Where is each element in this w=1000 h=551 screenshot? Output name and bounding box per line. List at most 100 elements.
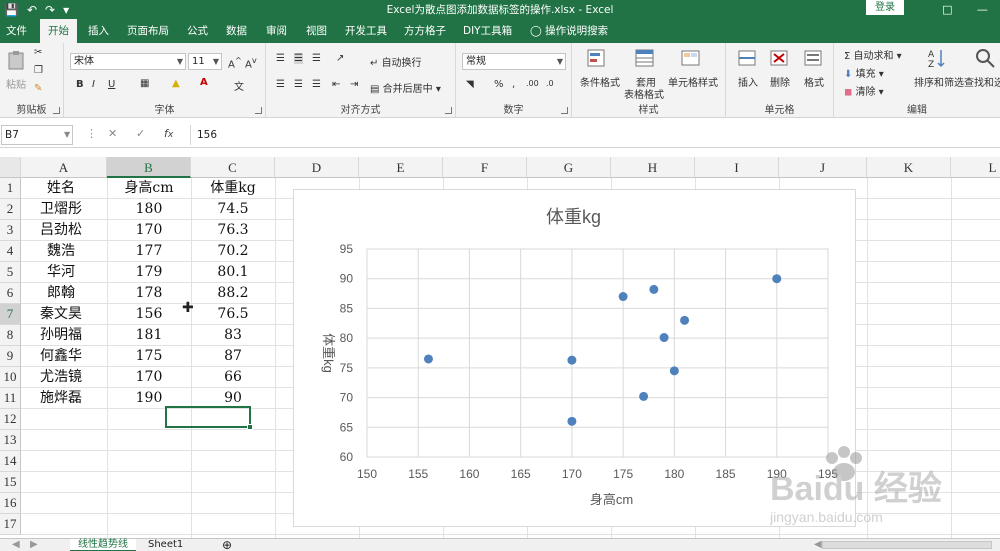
table-cell[interactable]: 74.5	[191, 199, 275, 220]
select-all-corner[interactable]	[0, 157, 21, 178]
row-header[interactable]: 5	[0, 262, 21, 283]
italic-button[interactable]: I	[92, 79, 95, 90]
col-header-d[interactable]: D	[275, 157, 359, 178]
table-cell[interactable]: 何鑫华	[21, 346, 101, 367]
delete-cells-icon[interactable]	[768, 47, 790, 69]
col-header-a[interactable]: A	[21, 157, 107, 178]
fill-button[interactable]: ⬇ 填充 ▾	[844, 65, 884, 80]
login-button[interactable]: 登录	[866, 0, 904, 15]
decrease-decimal-icon[interactable]: .0	[546, 79, 554, 88]
row-header[interactable]: 10	[0, 367, 21, 388]
sort-filter-label[interactable]: 排序和筛选	[914, 74, 964, 89]
row-header[interactable]: 13	[0, 430, 21, 451]
table-cell[interactable]: 178	[107, 283, 191, 304]
enter-icon[interactable]: ✓	[136, 127, 145, 140]
tab-data[interactable]: 数据	[226, 19, 247, 43]
comma-button[interactable]: ,	[512, 79, 515, 90]
table-cell[interactable]: 郎翰	[21, 283, 101, 304]
table-cell[interactable]: 华河	[21, 262, 101, 283]
number-launcher[interactable]	[561, 107, 568, 114]
bold-button[interactable]: B	[76, 79, 84, 90]
conditional-format-label[interactable]: 条件格式	[580, 74, 620, 89]
ribbon-options-icon[interactable]: □	[942, 3, 952, 16]
header-cell[interactable]: 身高cm	[107, 178, 191, 199]
cell-styles-label[interactable]: 单元格样式	[668, 74, 718, 89]
col-header-h[interactable]: H	[611, 157, 695, 178]
format-painter-icon[interactable]: ✎	[34, 83, 42, 94]
tab-view[interactable]: 视图	[306, 19, 327, 43]
number-format-select[interactable]: 常规 ▼	[462, 53, 566, 70]
find-select-icon[interactable]	[974, 47, 996, 69]
row-header[interactable]: 12	[0, 409, 21, 430]
align-center-icon[interactable]: ☰	[294, 79, 303, 90]
grow-font-icon[interactable]: A^	[228, 55, 242, 70]
tab-developer[interactable]: 开发工具	[345, 19, 387, 43]
paste-icon[interactable]	[6, 49, 28, 71]
row-header[interactable]: 14	[0, 451, 21, 472]
table-cell[interactable]: 66	[191, 367, 275, 388]
format-as-table-label-2[interactable]: 表格格式	[624, 86, 664, 101]
fill-color-icon[interactable]: ▲	[172, 78, 180, 89]
add-sheet-icon[interactable]: ⊕	[214, 539, 240, 551]
row-header[interactable]: 2	[0, 199, 21, 220]
tab-file[interactable]: 文件	[6, 19, 27, 43]
cell-styles-icon[interactable]	[680, 47, 702, 69]
table-cell[interactable]: 180	[107, 199, 191, 220]
align-top-icon[interactable]: ☰	[276, 53, 285, 64]
format-cells-icon[interactable]	[802, 47, 824, 69]
insert-label[interactable]: 插入	[738, 74, 758, 89]
name-box-dropdown-icon[interactable]: ▼	[64, 130, 70, 139]
name-box[interactable]: B7	[1, 125, 73, 145]
table-cell[interactable]: 魏浩	[21, 241, 101, 262]
align-bottom-icon[interactable]: ☰	[312, 53, 321, 64]
align-middle-icon[interactable]: ☰	[294, 53, 303, 64]
col-header-f[interactable]: F	[443, 157, 527, 178]
table-cell[interactable]: 170	[107, 367, 191, 388]
formula-input[interactable]: 156	[190, 125, 998, 145]
sheet-tab-sheet1[interactable]: Sheet1	[140, 539, 191, 551]
align-right-icon[interactable]: ☰	[312, 79, 321, 90]
col-header-l[interactable]: L	[951, 157, 1000, 178]
formula-options-icon[interactable]: ⋮	[86, 127, 97, 140]
underline-button[interactable]: U	[108, 79, 115, 90]
horizontal-scrollbar[interactable]	[822, 541, 992, 549]
selected-cell[interactable]	[165, 406, 253, 430]
table-cell[interactable]: 70.2	[191, 241, 275, 262]
table-cell[interactable]: 83	[191, 325, 275, 346]
table-cell[interactable]: 181	[107, 325, 191, 346]
tab-review[interactable]: 审阅	[266, 19, 287, 43]
alignment-launcher[interactable]	[445, 107, 452, 114]
orientation-icon[interactable]: ↗	[336, 53, 344, 64]
table-cell[interactable]: 卫熠彤	[21, 199, 101, 220]
align-left-icon[interactable]: ☰	[276, 79, 285, 90]
paste-label[interactable]: 粘贴	[6, 76, 26, 91]
format-label[interactable]: 格式	[804, 74, 824, 89]
cancel-icon[interactable]: ✕	[108, 127, 117, 140]
fill-handle[interactable]	[247, 424, 253, 430]
table-cell[interactable]: 175	[107, 346, 191, 367]
row-header[interactable]: 6	[0, 283, 21, 304]
col-header-b[interactable]: B	[107, 157, 191, 178]
table-cell[interactable]: 施烨磊	[21, 388, 101, 409]
find-select-label[interactable]: 查找和选	[964, 74, 1000, 89]
header-cell[interactable]: 姓名	[21, 178, 101, 199]
conditional-format-icon[interactable]	[586, 47, 608, 69]
row-header[interactable]: 8	[0, 325, 21, 346]
font-size-select[interactable]: 11 ▼	[188, 53, 222, 70]
tab-diy-toolbox[interactable]: DIY工具箱	[463, 19, 512, 43]
font-color-icon[interactable]: A	[200, 77, 208, 88]
borders-icon[interactable]: ▦	[140, 78, 149, 89]
copy-icon[interactable]: ❐	[34, 65, 43, 76]
col-header-e[interactable]: E	[359, 157, 443, 178]
row-header[interactable]: 4	[0, 241, 21, 262]
row-header[interactable]: 11	[0, 388, 21, 409]
format-as-table-icon[interactable]	[634, 47, 656, 69]
table-cell[interactable]: 177	[107, 241, 191, 262]
col-header-c[interactable]: C	[191, 157, 275, 178]
table-cell[interactable]: 秦文昊	[21, 304, 101, 325]
row-header[interactable]: 16	[0, 493, 21, 514]
percent-button[interactable]: %	[494, 79, 504, 90]
shrink-font-icon[interactable]: Av	[245, 55, 257, 70]
clear-button[interactable]: ◼ 清除 ▾	[844, 83, 884, 98]
tab-formulas[interactable]: 公式	[187, 19, 208, 43]
